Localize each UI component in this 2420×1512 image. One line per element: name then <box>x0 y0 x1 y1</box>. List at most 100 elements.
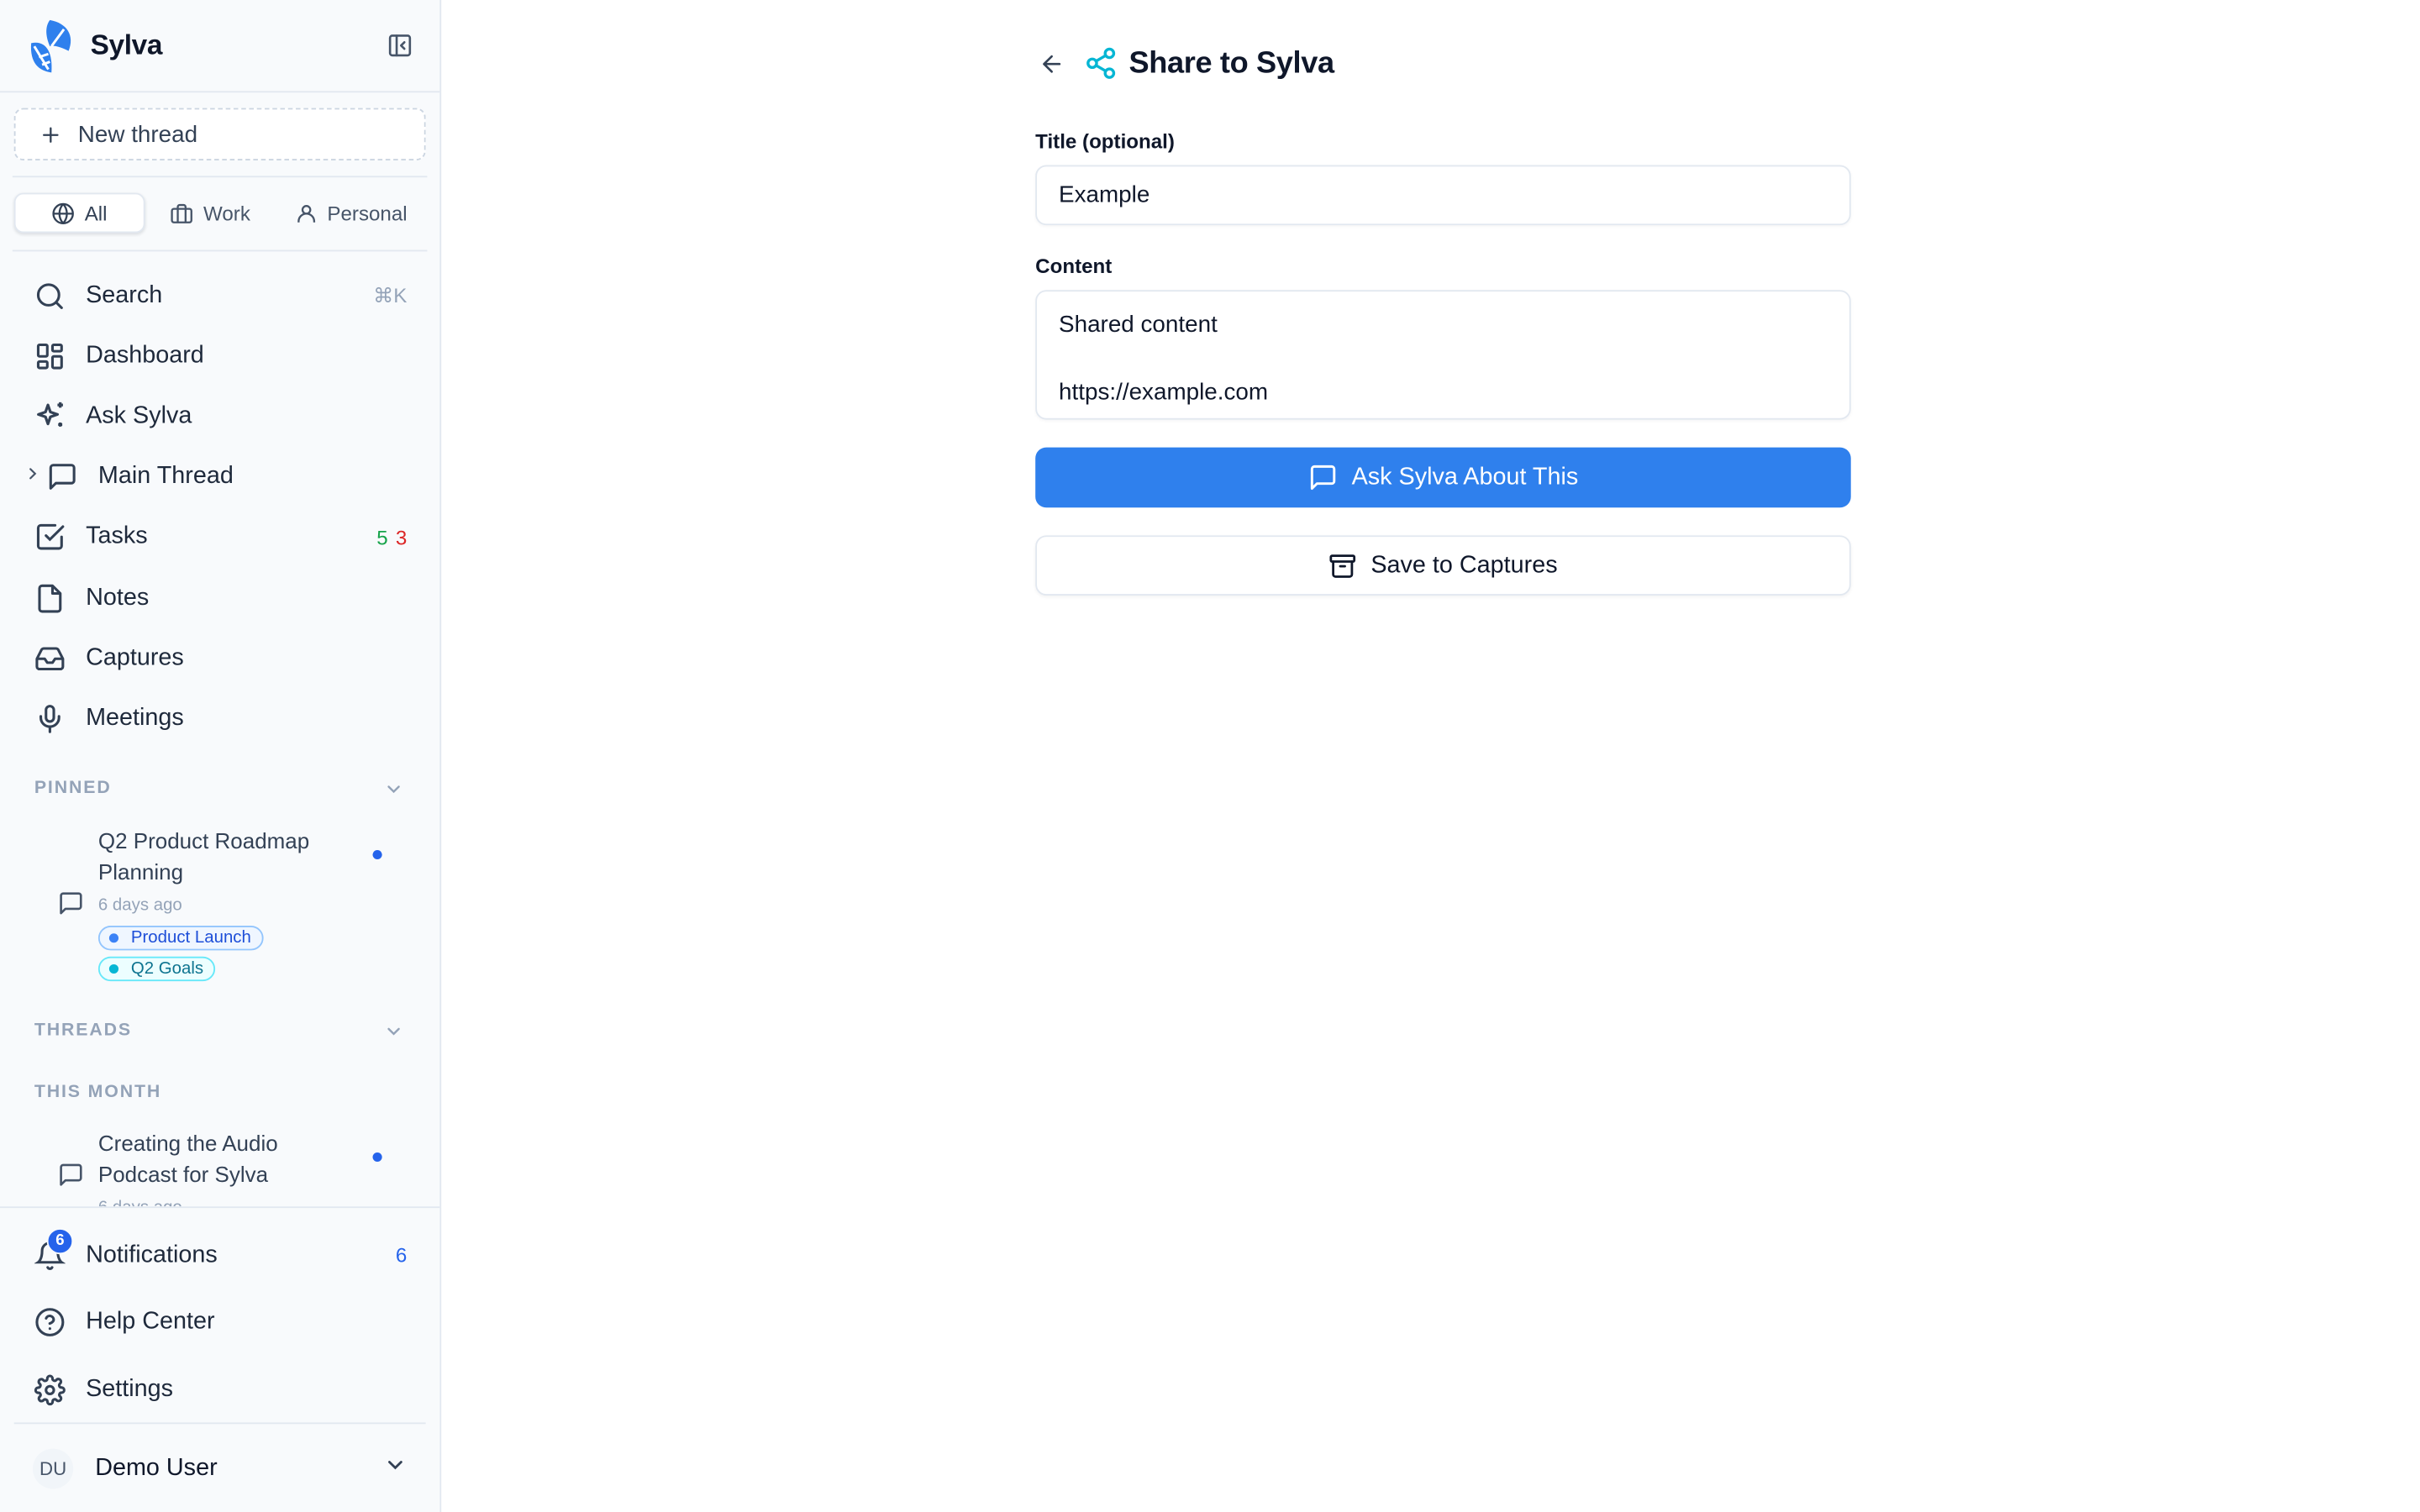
avatar: DU <box>32 1448 74 1489</box>
mic-icon <box>33 702 67 736</box>
nav-ask-sylva[interactable]: Ask Sylva <box>14 386 426 447</box>
this-month-group-label: THIS MONTH <box>34 1083 162 1102</box>
divider <box>12 176 428 178</box>
new-thread-label: New thread <box>77 121 198 148</box>
chevron-right-icon[interactable] <box>24 463 42 491</box>
filter-work[interactable]: Work <box>145 193 276 234</box>
filter-all[interactable]: All <box>13 192 145 234</box>
nav-main-thread[interactable]: Main Thread <box>14 447 426 507</box>
archive-icon <box>1329 554 1356 577</box>
sylva-logo-icon[interactable] <box>27 16 76 75</box>
search-icon <box>33 279 67 312</box>
nav-notes[interactable]: Notes <box>14 568 426 628</box>
nav-ask-sylva-label: Ask Sylva <box>86 402 192 429</box>
nav-tasks[interactable]: Tasks 53 <box>14 507 426 568</box>
globe-icon <box>52 202 75 224</box>
bell-icon: 6 <box>33 1227 74 1272</box>
nav-dashboard-label: Dashboard <box>86 342 204 369</box>
sidebar: Sylva New thread All Work Personal Searc… <box>0 0 442 1512</box>
nav-settings-label: Settings <box>86 1376 174 1403</box>
app-name: Sylva <box>90 29 163 60</box>
thread-title: Creating the Audio Podcast for Sylva <box>97 1131 278 1186</box>
title-field-label: Title (optional) <box>1035 129 1175 153</box>
page-title: Share to Sylva <box>1128 45 1335 80</box>
content-line: Shared content <box>1059 312 1218 339</box>
nav-meetings[interactable]: Meetings <box>14 689 426 749</box>
filter-all-label: All <box>84 201 108 225</box>
nav-notes-label: Notes <box>86 584 150 611</box>
tag-product-launch[interactable]: Product Launch <box>97 926 264 951</box>
content-textarea[interactable]: Shared content https://example.com <box>1035 290 1851 420</box>
tasks-counts: 53 <box>376 526 407 549</box>
user-name: Demo User <box>95 1455 218 1482</box>
plus-icon <box>38 122 63 146</box>
user-menu[interactable]: DU Demo User <box>13 1422 426 1512</box>
sidebar-header: Sylva <box>0 0 440 93</box>
tag-dot <box>108 933 119 943</box>
filter-work-label: Work <box>203 201 250 225</box>
panel-left-close-icon <box>387 34 411 57</box>
nav-main-thread-label: Main Thread <box>97 463 234 490</box>
nav-notifications-label: Notifications <box>86 1242 218 1268</box>
filter-personal-label: Personal <box>327 201 408 225</box>
nav-help-center[interactable]: Help Center <box>14 1289 426 1357</box>
tag-q2-goals[interactable]: Q2 Goals <box>97 956 216 982</box>
tag-label: Product Launch <box>130 928 251 948</box>
back-button[interactable] <box>1035 48 1066 79</box>
divider <box>12 249 428 252</box>
nav-tasks-label: Tasks <box>86 523 148 550</box>
context-filter: All Work Personal <box>13 192 426 234</box>
new-thread-button[interactable]: New thread <box>13 108 426 161</box>
message-square-icon <box>58 1162 85 1195</box>
message-square-icon <box>58 890 85 924</box>
arrow-left-icon <box>1042 54 1060 72</box>
nav-notifications[interactable]: 6 Notifications 6 <box>14 1222 426 1289</box>
tasks-open-count: 5 <box>376 526 388 549</box>
nav-dashboard[interactable]: Dashboard <box>14 326 426 386</box>
thread-time: 6 days ago <box>98 1199 182 1206</box>
chevron-down-icon <box>384 1453 408 1484</box>
tag-dot <box>108 963 119 974</box>
notifications-badge: 6 <box>46 1227 74 1254</box>
ask-sylva-button[interactable]: Ask Sylva About This <box>1035 447 1851 508</box>
thread-item[interactable]: Creating the Audio Podcast for Sylva 6 d… <box>47 1126 409 1206</box>
content-blank-line <box>1059 343 1849 376</box>
tag-label: Q2 Goals <box>130 959 204 979</box>
inbox-icon <box>33 642 67 675</box>
sparkles-icon <box>33 400 67 433</box>
message-square-icon <box>1310 465 1335 490</box>
tasks-overdue-count: 3 <box>395 526 408 549</box>
main-content: Share to Sylva Title (optional) Example … <box>441 0 2420 1512</box>
unread-dot <box>372 850 382 860</box>
nav-captures-label: Captures <box>86 644 184 671</box>
dashboard-icon <box>33 339 67 373</box>
content-field-label: Content <box>1035 255 1113 278</box>
notifications-count: 6 <box>395 1243 408 1268</box>
nav-settings[interactable]: Settings <box>14 1357 426 1424</box>
pinned-thread-time: 6 days ago <box>97 896 182 916</box>
briefcase-icon <box>171 202 193 223</box>
share-icon <box>1082 45 1120 81</box>
check-square-icon <box>33 521 67 554</box>
footer-nav: 6 Notifications 6 Help Center Settings <box>14 1222 426 1424</box>
nav-captures[interactable]: Captures <box>14 628 426 689</box>
nav-help-center-label: Help Center <box>86 1309 215 1336</box>
gear-icon <box>33 1373 67 1407</box>
chevron-down-icon[interactable] <box>384 1021 406 1043</box>
pinned-thread-item[interactable]: Q2 Product Roadmap Planning 6 days ago P… <box>47 824 409 984</box>
search-shortcut: ⌘K <box>373 283 408 307</box>
threads-section-label: THREADS <box>34 1021 132 1040</box>
filter-personal[interactable]: Personal <box>276 193 425 234</box>
nav-search[interactable]: Search ⌘K <box>14 265 426 326</box>
title-input[interactable]: Example <box>1035 165 1851 226</box>
chevron-down-icon[interactable] <box>384 780 406 801</box>
nav-search-label: Search <box>86 281 163 308</box>
sidebar-footer: 6 Notifications 6 Help Center Settings D… <box>0 1206 440 1512</box>
save-to-captures-button[interactable]: Save to Captures <box>1035 535 1851 596</box>
unread-dot <box>372 1152 382 1163</box>
save-to-captures-button-label: Save to Captures <box>1370 551 1558 578</box>
file-icon <box>33 581 67 615</box>
collapse-sidebar-button[interactable] <box>384 30 415 61</box>
nav-meetings-label: Meetings <box>86 705 184 732</box>
message-square-icon <box>45 460 80 494</box>
